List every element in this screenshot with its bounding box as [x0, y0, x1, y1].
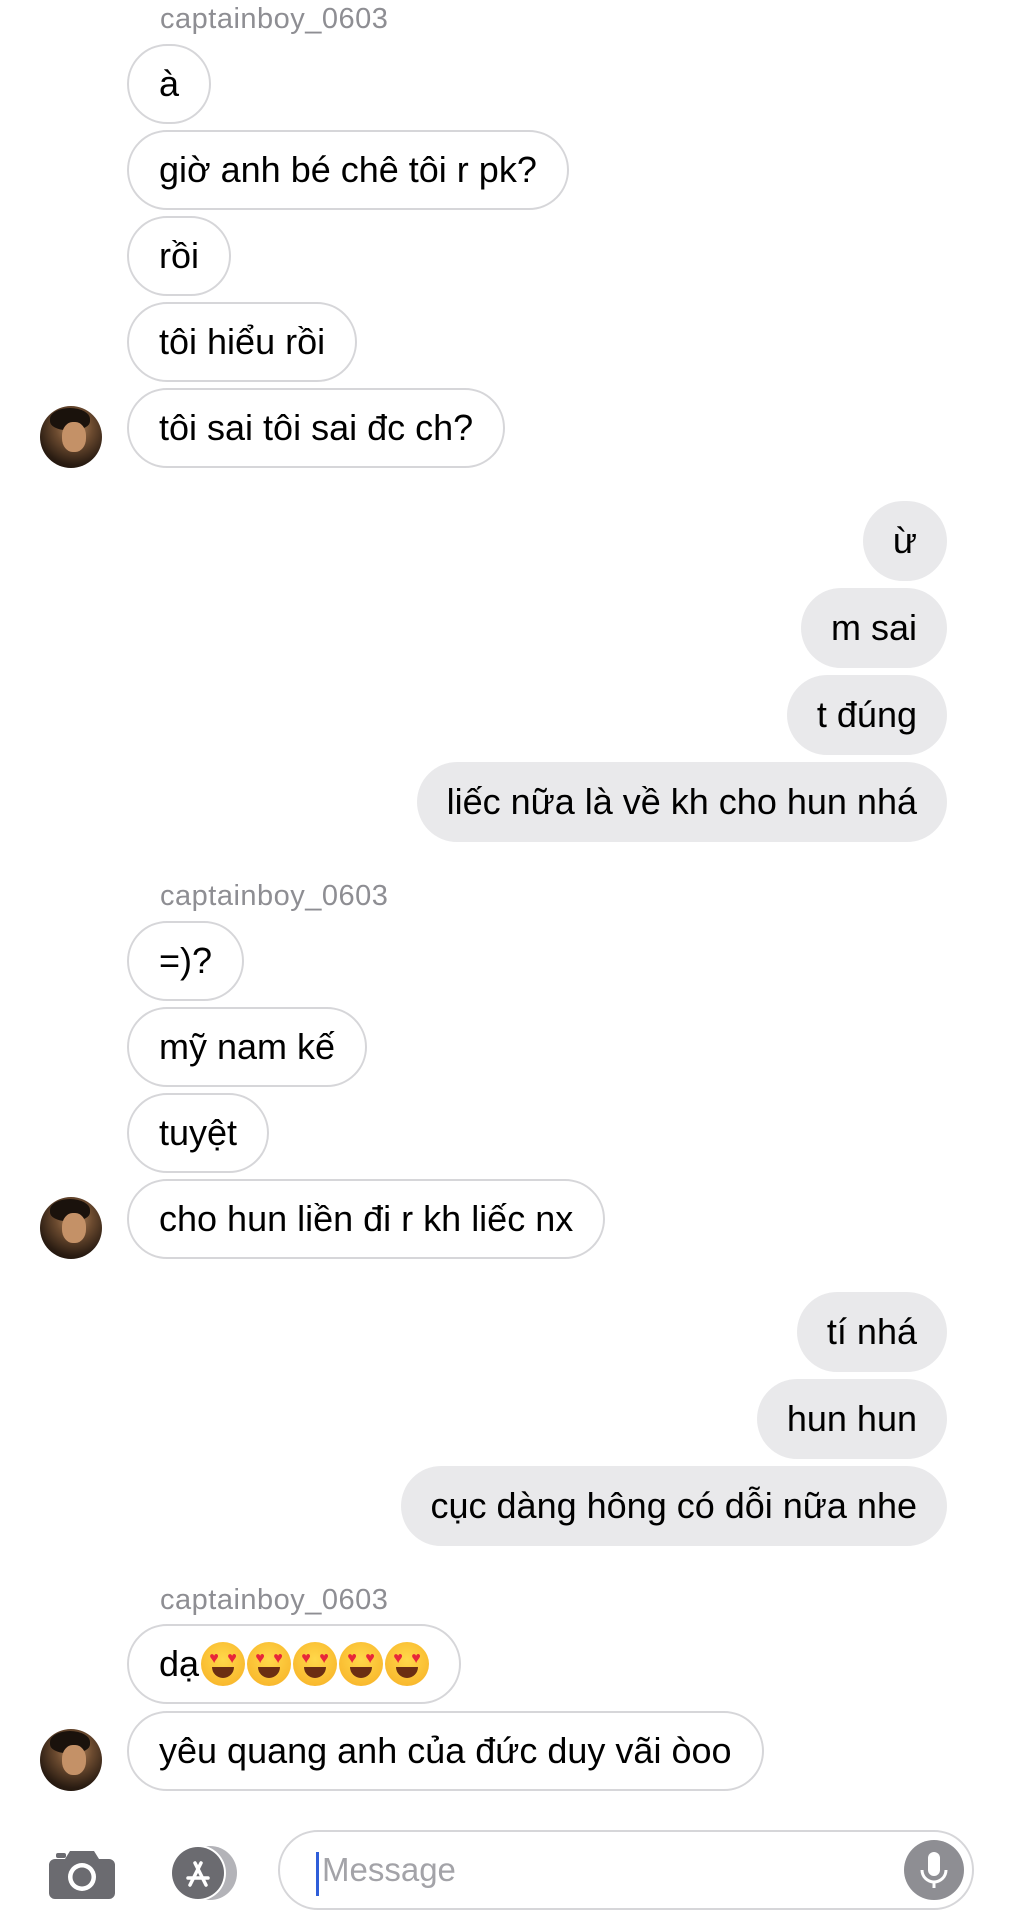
message-text: cục dàng hông có dỗi nữa nhe — [430, 1485, 917, 1526]
emoji-row: ♥ ♥ ♥ ♥ ♥ ♥ ♥ ♥ ♥ ♥ — [201, 1642, 430, 1686]
app-store-icon — [170, 1845, 237, 1901]
camera-icon — [49, 1851, 115, 1899]
message-bubble-incoming[interactable]: rồi — [127, 216, 232, 296]
heart-eyes-emoji: ♥ ♥ — [339, 1642, 384, 1686]
message-text: rồi — [159, 235, 200, 276]
message-bubble-incoming[interactable]: yêu quang anh của đức duy vãi òoo — [127, 1711, 764, 1791]
message-text: cho hun liền đi r kh liếc nx — [159, 1198, 574, 1239]
message-text: tôi hiểu rồi — [159, 321, 326, 362]
heart-eyes-emoji: ♥ ♥ — [293, 1642, 338, 1686]
message-bubble-outgoing[interactable]: tí nhá — [796, 1292, 947, 1372]
message-text: à — [159, 63, 180, 104]
sender-avatar[interactable] — [40, 406, 102, 468]
message-text: liếc nữa là về kh cho hun nhá — [446, 781, 917, 822]
message-bubble-incoming[interactable]: à — [127, 44, 212, 124]
message-input[interactable] — [322, 1832, 842, 1908]
message-text: mỹ nam kế — [159, 1026, 336, 1067]
message-bubble-incoming[interactable]: =)? — [127, 921, 245, 1001]
message-bubble-outgoing[interactable]: liếc nữa là về kh cho hun nhá — [416, 762, 947, 842]
message-text: t đúng — [816, 694, 917, 735]
message-bubble-incoming[interactable]: tôi hiểu rồi — [127, 302, 358, 382]
message-text: yêu quang anh của đức duy vãi òoo — [159, 1730, 732, 1771]
message-bubble-incoming[interactable]: tôi sai tôi sai đc ch? — [127, 388, 506, 468]
microphone-icon — [920, 1852, 948, 1888]
message-text: giờ anh bé chê tôi r pk? — [159, 149, 537, 190]
microphone-button[interactable] — [904, 1840, 964, 1900]
message-text: tí nhá — [826, 1311, 917, 1352]
message-bubble-incoming[interactable]: cho hun liền đi r kh liếc nx — [127, 1179, 606, 1259]
sender-name: captainboy_0603 — [160, 1584, 389, 1616]
heart-eyes-emoji: ♥ ♥ — [201, 1642, 246, 1686]
message-text: hun hun — [786, 1398, 917, 1439]
message-bubble-outgoing[interactable]: cục dàng hông có dỗi nữa nhe — [400, 1466, 947, 1546]
apps-button[interactable] — [162, 1843, 242, 1903]
message-bubble-outgoing[interactable]: t đúng — [786, 675, 947, 755]
message-bubble-incoming[interactable]: dạ ♥ ♥ ♥ ♥ ♥ ♥ ♥ ♥ ♥ ♥ — [127, 1624, 462, 1704]
sender-name: captainboy_0603 — [160, 880, 389, 912]
message-text: tuyệt — [159, 1112, 238, 1153]
camera-button[interactable] — [48, 1845, 116, 1901]
sender-avatar[interactable] — [40, 1729, 102, 1791]
message-bubble-outgoing[interactable]: ừ — [862, 501, 947, 581]
message-text: ừ — [892, 520, 917, 561]
message-bubble-outgoing[interactable]: hun hun — [756, 1379, 947, 1459]
message-bubble-incoming[interactable]: mỹ nam kế — [127, 1007, 368, 1087]
heart-eyes-emoji: ♥ ♥ — [385, 1642, 430, 1686]
message-text: dạ — [159, 1643, 200, 1684]
message-text: =)? — [159, 940, 213, 981]
message-bubble-incoming[interactable]: tuyệt — [127, 1093, 270, 1173]
message-text: tôi sai tôi sai đc ch? — [159, 407, 474, 448]
message-text: m sai — [830, 607, 917, 648]
message-bubble-outgoing[interactable]: m sai — [800, 588, 947, 668]
message-bubble-incoming[interactable]: giờ anh bé chê tôi r pk? — [127, 130, 569, 210]
heart-eyes-emoji: ♥ ♥ — [247, 1642, 292, 1686]
text-caret — [316, 1852, 319, 1896]
sender-name: captainboy_0603 — [160, 3, 389, 35]
sender-avatar[interactable] — [40, 1197, 102, 1259]
message-composer[interactable] — [278, 1830, 974, 1910]
